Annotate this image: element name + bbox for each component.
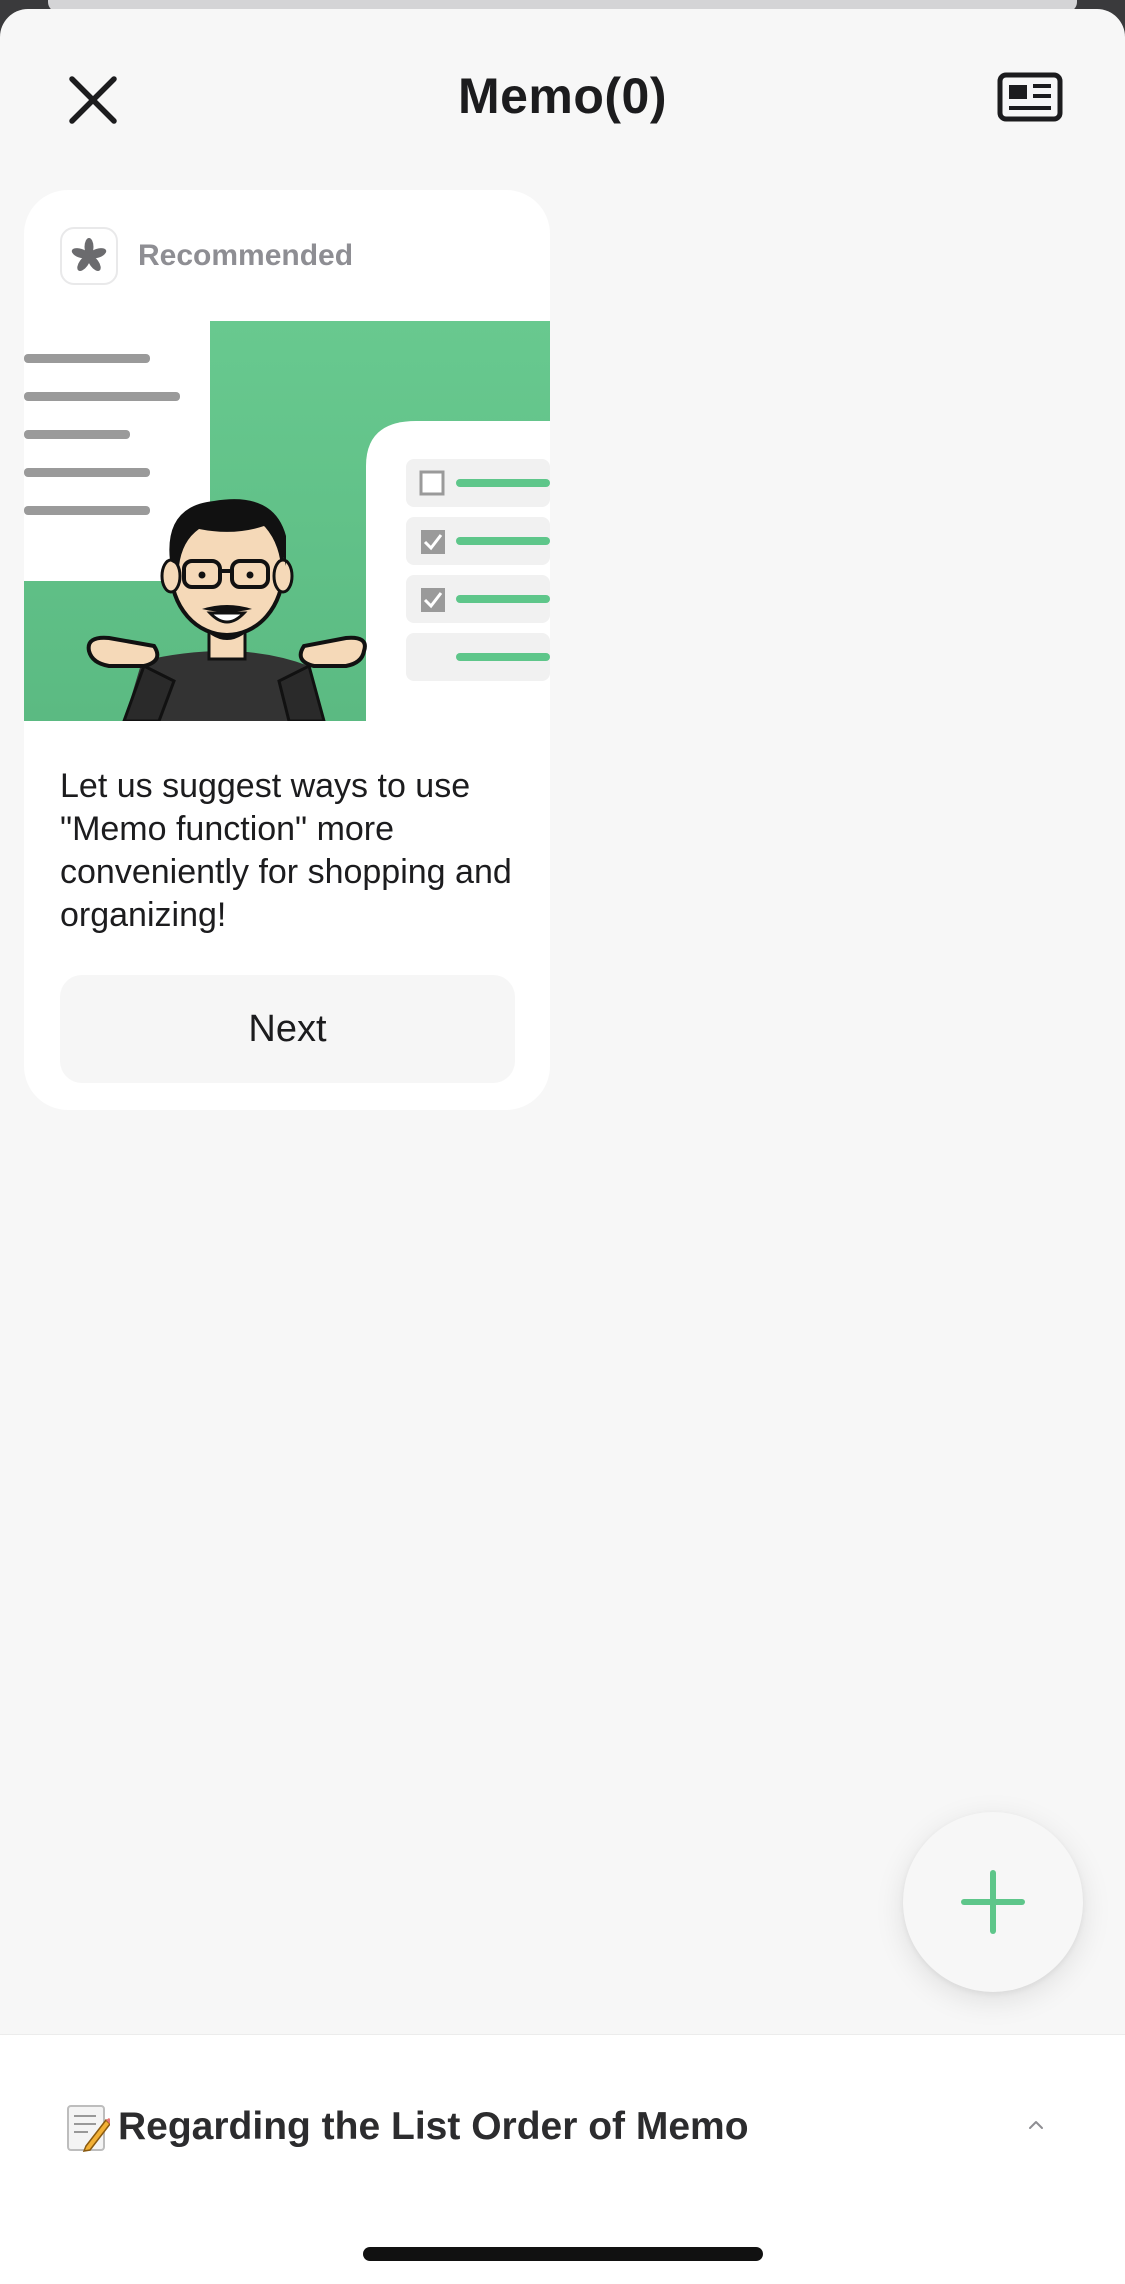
home-indicator [363, 2247, 763, 2261]
card-header: Recommended [60, 226, 353, 286]
memo-sheet: Memo(0) Recommended Let us suggest ways … [0, 9, 1125, 2284]
list-view-button[interactable] [995, 67, 1067, 129]
flower-logo-icon [60, 227, 118, 285]
recommended-card: Recommended Let us suggest ways to use "… [24, 190, 550, 1110]
notice-title: Regarding the List Order of Memo [118, 2105, 749, 2148]
header: Memo(0) [0, 9, 1125, 179]
next-button[interactable]: Next [60, 975, 515, 1083]
notice-list-order[interactable]: Regarding the List Order of Memo [66, 2097, 1066, 2157]
add-memo-button[interactable] [903, 1812, 1083, 1992]
page-title: Memo(0) [457, 68, 668, 124]
card-description: Let us suggest ways to use "Memo functio… [60, 767, 512, 934]
recommended-label: Recommended [138, 239, 354, 272]
list-view-icon [997, 72, 1063, 122]
memo-pencil-icon [67, 2105, 110, 2152]
plus-icon [961, 1870, 1025, 1934]
memo-illustration [24, 321, 550, 721]
chevron-up-icon [1029, 2121, 1043, 2129]
